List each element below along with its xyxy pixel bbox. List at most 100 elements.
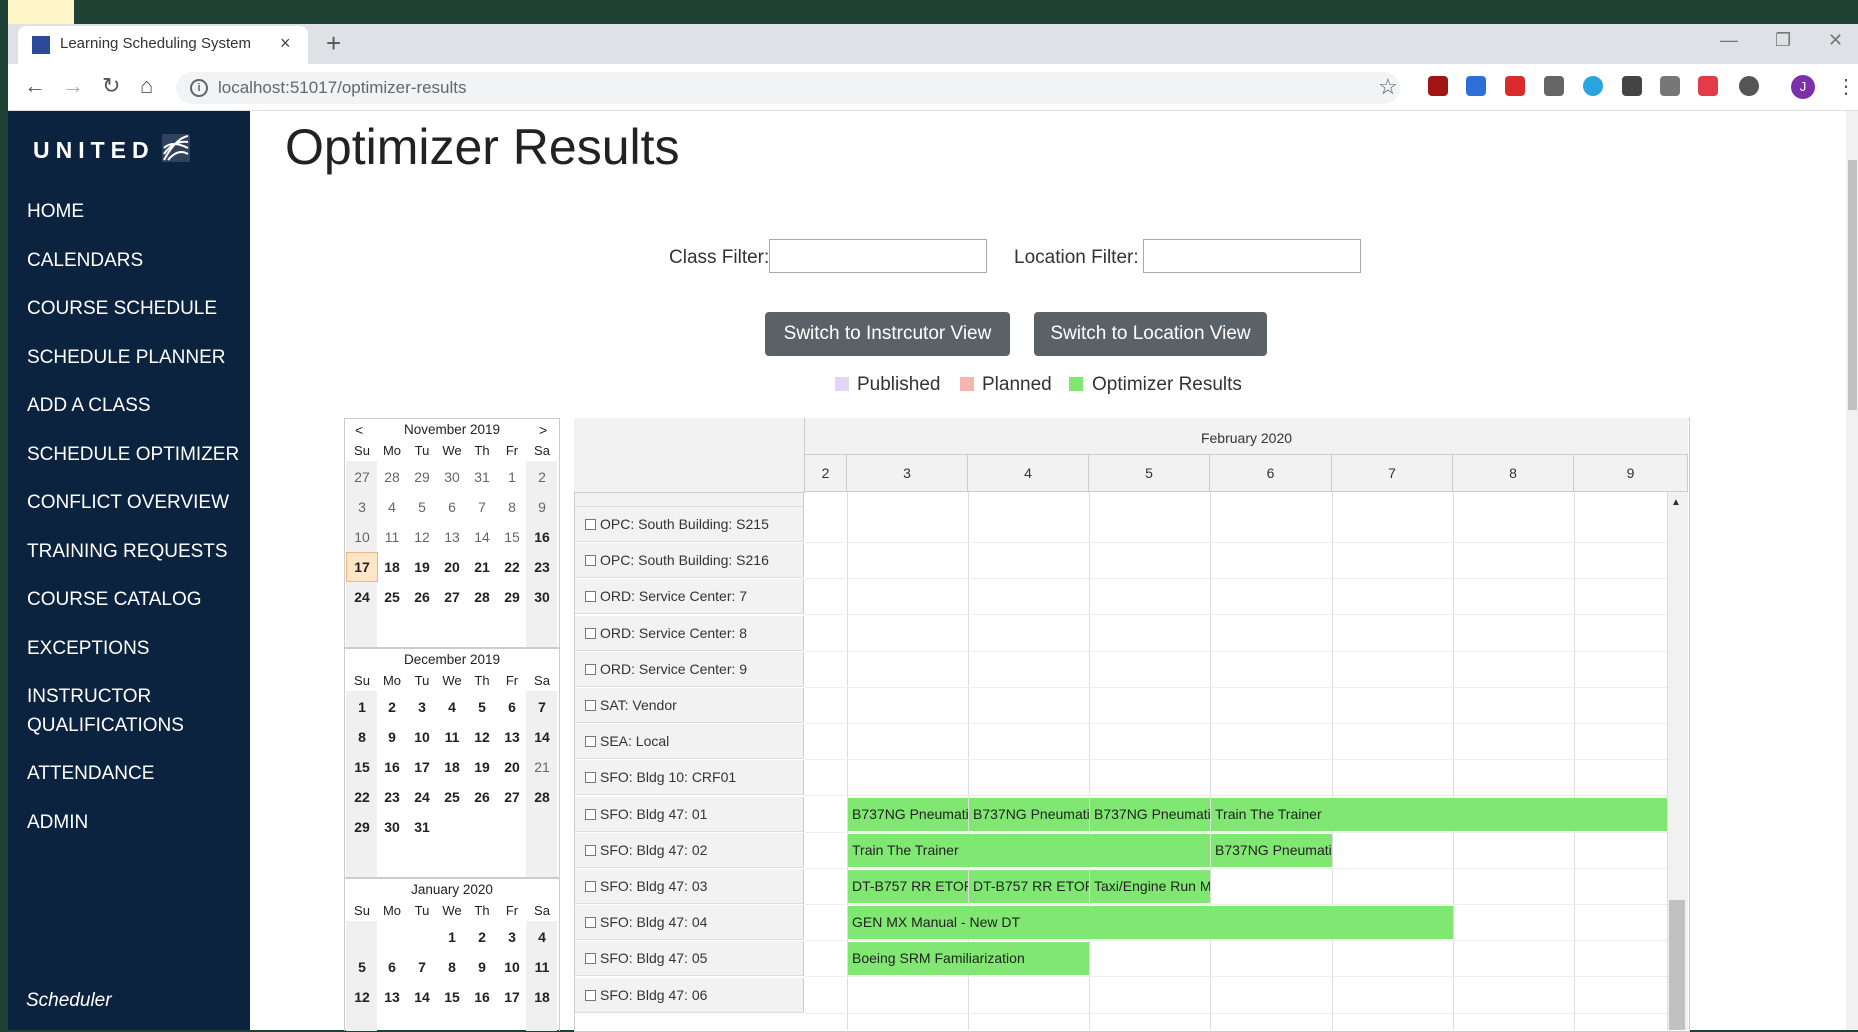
nav-admin[interactable]: ADMIN	[27, 808, 88, 837]
mini-calendar-day[interactable]: 3	[497, 923, 527, 951]
scheduler-event[interactable]: Train The Trainer	[1211, 798, 1667, 831]
mini-calendar-day[interactable]: 8	[497, 493, 527, 521]
mini-calendar-day[interactable]: 21	[527, 753, 557, 781]
site-info-icon[interactable]: i	[190, 79, 208, 97]
nav-training-requests[interactable]: TRAINING REQUESTS	[27, 537, 228, 566]
mini-calendar-day[interactable]: 25	[377, 583, 407, 611]
row-checkbox[interactable]	[585, 917, 596, 928]
mini-calendar-day[interactable]: 17	[407, 753, 437, 781]
bookmark-star-icon[interactable]: ☆	[1378, 74, 1398, 100]
mini-calendar-day[interactable]: 2	[467, 923, 497, 951]
screenshot-extension-icon[interactable]	[1544, 76, 1564, 96]
cloud-extension-icon[interactable]	[1583, 76, 1603, 96]
mini-calendar-day[interactable]: 29	[407, 463, 437, 491]
mini-calendar-day[interactable]: 18	[527, 983, 557, 1011]
mini-calendar-day[interactable]: 15	[347, 753, 377, 781]
calendar-extension-icon[interactable]	[1466, 76, 1486, 96]
mini-calendar-day[interactable]: 17	[346, 552, 378, 582]
scheduler-event[interactable]: DT-B757 RR ETOPS	[969, 870, 1089, 903]
mini-calendar-day[interactable]: 31	[407, 813, 437, 841]
browser-menu-icon[interactable]: ⋮	[1836, 74, 1856, 99]
nav-instructor-qualifications[interactable]: INSTRUCTOR QUALIFICATIONS	[27, 682, 184, 740]
mini-calendar-day[interactable]: 30	[377, 813, 407, 841]
mini-calendar-day[interactable]: 15	[437, 983, 467, 1011]
scheduler-event[interactable]: DT-B757 RR ETOPS	[848, 870, 968, 903]
nav-attendance[interactable]: ATTENDANCE	[27, 759, 154, 788]
switch-location-view-button[interactable]: Switch to Location View	[1034, 312, 1267, 356]
nav-home[interactable]: HOME	[27, 197, 84, 226]
mini-calendar-prev-icon[interactable]: <	[355, 419, 363, 441]
mini-calendar-day[interactable]: 27	[437, 583, 467, 611]
location-filter-input[interactable]	[1143, 239, 1361, 273]
url-text[interactable]: localhost:51017/optimizer-results	[218, 78, 467, 98]
mini-calendar-day[interactable]: 26	[407, 583, 437, 611]
mini-calendar-day[interactable]: 22	[347, 783, 377, 811]
mini-calendar-day[interactable]: 11	[527, 953, 557, 981]
row-checkbox[interactable]	[585, 845, 596, 856]
mini-calendar-day[interactable]: 20	[437, 553, 467, 581]
row-checkbox[interactable]	[585, 990, 596, 1001]
nav-schedule-planner[interactable]: SCHEDULE PLANNER	[27, 343, 226, 372]
profile-avatar[interactable]: J	[1791, 75, 1815, 99]
mini-calendar-day[interactable]: 9	[527, 493, 557, 521]
mini-calendar-day[interactable]: 4	[437, 693, 467, 721]
nav-course-catalog[interactable]: COURSE CATALOG	[27, 585, 202, 614]
mini-calendar-day[interactable]: 3	[407, 693, 437, 721]
scheduler-row-label[interactable]: SEA: Local	[575, 724, 804, 759]
row-checkbox[interactable]	[585, 628, 596, 639]
row-checkbox[interactable]	[585, 664, 596, 675]
restore-icon[interactable]: ❐	[1775, 30, 1791, 51]
mini-calendar-day[interactable]: 2	[377, 693, 407, 721]
row-checkbox[interactable]	[585, 519, 596, 530]
mini-calendar-day[interactable]: 21	[467, 553, 497, 581]
mini-calendar-day[interactable]: 14	[467, 523, 497, 551]
tab-close-icon[interactable]: ×	[280, 33, 291, 54]
mini-calendar-day[interactable]: 6	[377, 953, 407, 981]
ublock-extension-icon[interactable]	[1428, 76, 1448, 96]
mini-calendar-day[interactable]: 13	[497, 723, 527, 751]
scheduler-row-label[interactable]: ORD: Service Center: 8	[575, 616, 804, 651]
mini-calendar-day[interactable]: 8	[347, 723, 377, 751]
mini-calendar-day[interactable]: 19	[467, 753, 497, 781]
mini-calendar-day[interactable]: 27	[347, 463, 377, 491]
incognito-extension-icon[interactable]	[1660, 76, 1680, 96]
scheduler-event[interactable]: B737NG Pneumatics	[848, 798, 968, 831]
scheduler-row-label[interactable]: ORD: Service Center: 7	[575, 579, 804, 614]
mini-calendar-day[interactable]: 6	[497, 693, 527, 721]
scheduler-scrollbar-thumb[interactable]	[1669, 900, 1685, 1030]
forward-icon[interactable]: →	[62, 74, 84, 98]
mini-calendar-day[interactable]: 4	[527, 923, 557, 951]
mini-calendar-day[interactable]: 18	[377, 553, 407, 581]
minimize-icon[interactable]: —	[1720, 30, 1738, 51]
mini-calendar-day[interactable]: 24	[347, 583, 377, 611]
mini-calendar-day[interactable]: 9	[467, 953, 497, 981]
scheduler-event[interactable]: Train The Trainer	[848, 834, 1210, 867]
mini-calendar-day[interactable]: 7	[407, 953, 437, 981]
scheduler-event[interactable]: Taxi/Engine Run Module	[1090, 870, 1210, 903]
scheduler-event[interactable]: B737NG Pneumatics	[1211, 834, 1332, 867]
mini-calendar-day[interactable]: 14	[527, 723, 557, 751]
mini-calendar-day[interactable]: 10	[347, 523, 377, 551]
row-checkbox[interactable]	[585, 953, 596, 964]
mini-calendar-day[interactable]: 7	[467, 493, 497, 521]
mini-calendar-day[interactable]: 13	[437, 523, 467, 551]
mini-calendar-day[interactable]: 28	[377, 463, 407, 491]
mini-calendar-day[interactable]: 2	[527, 463, 557, 491]
nav-add-a-class[interactable]: ADD A CLASS	[27, 391, 151, 420]
mini-calendar-day[interactable]: 16	[377, 753, 407, 781]
reload-icon[interactable]: ↻	[102, 74, 120, 98]
mini-calendar-day[interactable]: 26	[467, 783, 497, 811]
scheduler-row-label[interactable]: SFO: Bldg 47: 06	[575, 978, 804, 1013]
mini-calendar-day[interactable]: 5	[347, 953, 377, 981]
mini-calendar-day[interactable]: 13	[377, 983, 407, 1011]
mini-calendar-day[interactable]: 10	[407, 723, 437, 751]
mini-calendar-day[interactable]: 29	[497, 583, 527, 611]
scheduler-row-label[interactable]: SFO: Bldg 47: 01	[575, 797, 804, 832]
scheduler-event[interactable]: Boeing SRM Familiarization	[848, 942, 1089, 975]
nav-course-schedule[interactable]: COURSE SCHEDULE	[27, 294, 217, 323]
mini-calendar-day[interactable]: 23	[527, 553, 557, 581]
mini-calendar-day[interactable]: 1	[347, 693, 377, 721]
home-icon[interactable]: ⌂	[140, 74, 153, 98]
mini-calendar-day[interactable]: 5	[467, 693, 497, 721]
tools-extension-icon[interactable]	[1622, 76, 1642, 96]
